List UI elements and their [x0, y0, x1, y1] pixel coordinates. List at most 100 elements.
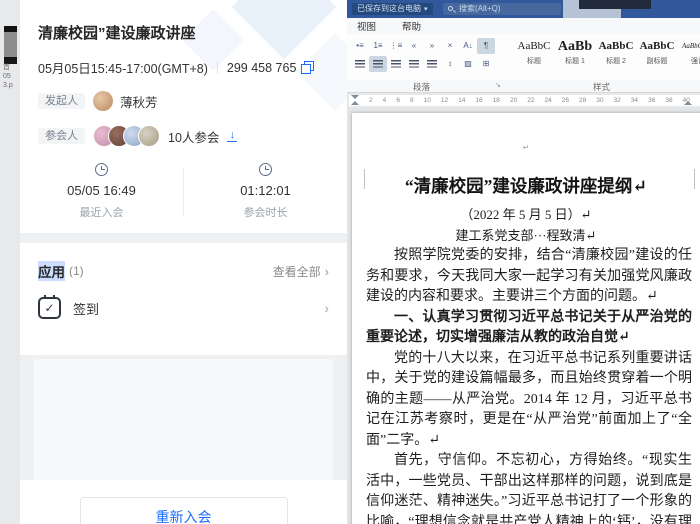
divider	[217, 62, 218, 74]
multilevel-list-button[interactable]: ⋮≡	[387, 38, 405, 54]
panel-footer: 重新入会	[20, 480, 347, 524]
rejoin-meeting-button[interactable]: 重新入会	[80, 497, 288, 524]
horizontal-ruler[interactable]: 246810121416182022242628303234363840	[347, 93, 700, 108]
sort-button[interactable]: A↓	[459, 38, 477, 54]
search-box[interactable]: 搜索(Alt+Q)	[443, 3, 561, 15]
clock-icon	[259, 163, 272, 176]
save-status-dropdown[interactable]: 已保存到这台电脑▾	[352, 3, 433, 15]
file-thumbnail	[4, 26, 17, 64]
chevron-right-icon: ›	[325, 264, 329, 279]
ruler-number: 18	[493, 97, 500, 104]
chevron-right-icon: ›	[324, 300, 329, 316]
style-heading1[interactable]: AaBb 标题 1	[556, 38, 594, 80]
organizer-row: 发起人 薄秋芳	[38, 91, 329, 111]
shading-button[interactable]: ▨	[459, 56, 477, 72]
styles-group-label: 样式	[593, 81, 610, 93]
meeting-title: 清廉校园”建设廉政讲座	[38, 22, 329, 43]
ruler-number: 12	[441, 97, 448, 104]
document-paragraph[interactable]: 一、认真学习贯彻习近平总书记关于从严治党的重要论述，切实增强廉洁从教的政治自觉↵	[366, 308, 692, 349]
word-window: 已保存到这台电脑▾ 搜索(Alt+Q) 视图 帮助 •≡ 1≡ ⋮≡ « » ×…	[347, 0, 700, 524]
style-name: 标题 2	[597, 56, 635, 66]
save-status-text: 已保存到这台电脑	[357, 4, 421, 13]
tab-view[interactable]: 视图	[357, 19, 376, 33]
align-right-button[interactable]	[387, 56, 405, 72]
document-paragraph[interactable]: 首先，守信仰。不忘初心，方得始终。“现实生活中，一些党员、干部出这样那样的问题，…	[366, 451, 692, 524]
ruler-number: 32	[614, 97, 621, 104]
style-heading2[interactable]: AaBbC 标题 2	[597, 38, 635, 80]
bullet-list-button[interactable]: •≡	[351, 38, 369, 54]
meeting-details-panel: 清廉校园”建设廉政讲座 05月05日15:45-17:00(GMT+8) 299…	[20, 0, 347, 524]
decrease-indent-button[interactable]: «	[405, 38, 423, 54]
asian-layout-button[interactable]: ×	[441, 38, 459, 54]
background-window-sliver: 首 05 3.p	[0, 0, 20, 524]
first-line-indent-marker[interactable]	[351, 95, 359, 99]
borders-button[interactable]: ⊞	[477, 56, 495, 72]
search-icon	[448, 6, 453, 11]
download-icon[interactable]: ↓	[227, 131, 237, 142]
increase-indent-button[interactable]: »	[423, 38, 441, 54]
style-emphasis[interactable]: AaBbCcDd 强调	[679, 38, 700, 80]
participant-avatar-stack[interactable]	[93, 125, 160, 147]
style-name: 强调	[679, 56, 700, 66]
participant-count: 10人参会	[168, 127, 219, 146]
ruler-number: 6	[396, 97, 400, 104]
style-subtitle[interactable]: AaBbC 副标题	[638, 38, 676, 80]
ruler-number: 24	[544, 97, 551, 104]
style-gallery: AaBbC 标题 AaBb 标题 1 AaBbC 标题 2 AaBbC 副标题 …	[509, 34, 700, 80]
style-sample: AaBbCcDd	[679, 38, 700, 55]
dialog-launcher-icon[interactable]: ↘	[495, 81, 501, 89]
numbered-list-button[interactable]: 1≡	[369, 38, 387, 54]
paragraph-mark: ↵	[352, 143, 700, 152]
document-page[interactable]: ↵ “清廉校园”建设廉政讲座提纲↵ （2022 年 5 月 5 日）↵ 建工系党…	[352, 113, 700, 524]
ruler-number: 28	[579, 97, 586, 104]
participants-label: 参会人	[38, 128, 85, 144]
ruler-number: 16	[475, 97, 482, 104]
ruler-number: 20	[510, 97, 517, 104]
document-author-line[interactable]: 建工系党支部···程致清↵	[352, 225, 700, 244]
apps-count: (1)	[69, 264, 84, 278]
ruler-number: 40	[683, 97, 690, 104]
view-all-link[interactable]: 查看全部	[273, 263, 321, 280]
ruler-number: 22	[527, 97, 534, 104]
align-center-button[interactable]	[369, 56, 387, 72]
style-name: 标题	[515, 56, 553, 66]
align-left-button[interactable]	[351, 56, 369, 72]
style-sample: AaBbC	[515, 38, 553, 55]
organizer-avatar	[93, 91, 113, 111]
ruler-numbers: 246810121416182022242628303234363840	[369, 95, 690, 106]
ruler-number: 30	[596, 97, 603, 104]
document-date-line[interactable]: （2022 年 5 月 5 日）↵	[352, 204, 700, 223]
tab-help[interactable]: 帮助	[402, 19, 421, 33]
file-name-fragment: 首	[3, 64, 10, 72]
app-item-label: 签到	[73, 299, 99, 318]
style-title[interactable]: AaBbC 标题	[515, 38, 553, 80]
stat-last-join: 05/05 16:49 最近入会	[20, 163, 183, 220]
file-name-fragment: 3.p	[3, 82, 13, 90]
organizer-label: 发起人	[38, 93, 85, 109]
section-gap	[20, 233, 347, 243]
show-formatting-marks-button[interactable]: ¶	[477, 38, 495, 54]
document-body[interactable]: 按照学院党委的安排，结合“清廉校园”建设的任务和要求，今天我同大家一起学习有关加…	[366, 246, 692, 524]
ruler-number: 2	[369, 97, 373, 104]
style-sample: AaBbC	[638, 38, 676, 55]
document-area: ↵ “清廉校园”建设廉政讲座提纲↵ （2022 年 5 月 5 日）↵ 建工系党…	[347, 108, 700, 524]
ruler-number: 26	[562, 97, 569, 104]
organizer-name: 薄秋芳	[120, 92, 158, 111]
stat-label: 参会时长	[244, 204, 288, 220]
document-paragraph[interactable]: 按照学院党委的安排，结合“清廉校园”建设的任务和要求，今天我同大家一起学习有关加…	[366, 246, 692, 308]
distribute-button[interactable]	[423, 56, 441, 72]
empty-state-area	[34, 359, 333, 480]
ribbon: •≡ 1≡ ⋮≡ « » × A↓ ¶ ↕ ▨ ⊞	[347, 34, 700, 80]
app-item-checkin[interactable]: 签到 ›	[38, 297, 329, 319]
hanging-indent-marker[interactable]	[351, 101, 359, 105]
stat-value: 01:12:01	[240, 183, 291, 198]
meeting-id: 299 458 765	[227, 61, 297, 75]
line-spacing-button[interactable]: ↕	[441, 56, 459, 72]
document-paragraph[interactable]: 党的十八大以来，在习近平总书记系列重要讲话中，关于党的建设篇幅最多，而且始终贯穿…	[366, 349, 692, 452]
justify-button[interactable]	[405, 56, 423, 72]
ruler-number: 34	[631, 97, 638, 104]
copy-icon[interactable]	[302, 63, 312, 73]
stat-duration: 01:12:01 参会时长	[184, 163, 347, 220]
document-title[interactable]: “清廉校园”建设廉政讲座提纲↵	[352, 173, 700, 198]
participant-avatar	[138, 125, 160, 147]
